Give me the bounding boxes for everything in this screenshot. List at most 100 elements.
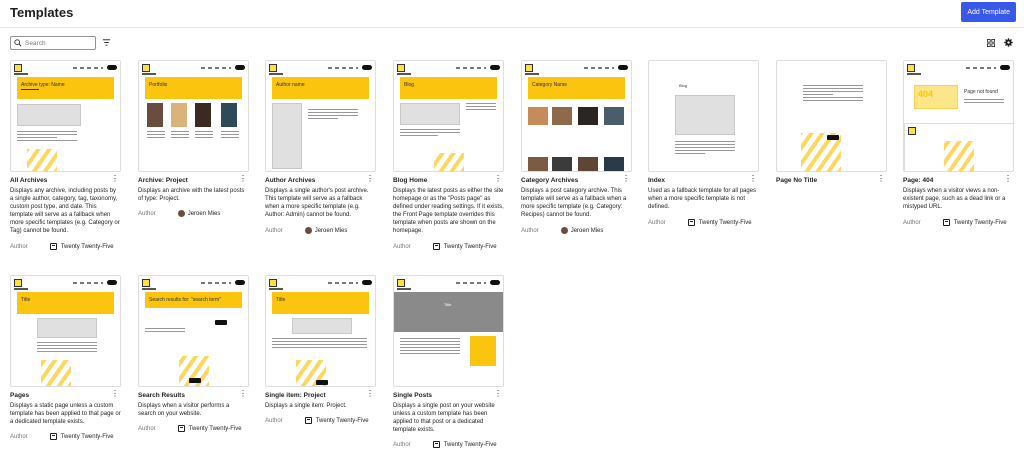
template-author: Author Twenty Twenty-Five — [10, 243, 114, 250]
template-title[interactable]: Search Results — [138, 392, 185, 399]
layout-icon — [687, 219, 695, 226]
template-author: Author Twenty Twenty-Five — [10, 433, 114, 440]
template-title[interactable]: Page No Title — [776, 177, 817, 184]
template-card[interactable]: Blog Index ⋮ Used as a fallback template… — [648, 60, 759, 226]
more-vertical-icon[interactable]: ⋮ — [494, 390, 502, 398]
more-vertical-icon[interactable]: ⋮ — [366, 175, 374, 183]
avatar — [177, 210, 185, 217]
layout-icon — [49, 243, 57, 250]
template-author: Author Jeroen Mies — [521, 227, 604, 234]
preview-heading: Title — [276, 297, 286, 303]
template-preview[interactable]: Portfolio — [138, 60, 249, 172]
avatar — [304, 227, 312, 234]
template-title[interactable]: All Archives — [10, 177, 47, 184]
template-author: Author Twenty Twenty-Five — [393, 243, 497, 250]
template-description: Displays the latest posts as either the … — [393, 188, 504, 234]
search-field[interactable] — [10, 36, 96, 50]
top-bar: Templates Add Template — [0, 0, 1024, 28]
grid-view-icon[interactable] — [987, 39, 995, 47]
layout-icon — [49, 433, 57, 440]
more-vertical-icon[interactable]: ⋮ — [494, 175, 502, 183]
template-card[interactable]: Category Name Category Archives ⋮ Displa… — [521, 60, 632, 234]
preview-heading: Page not found — [964, 89, 998, 95]
template-card[interactable]: Blog Blog Home ⋮ Displays the latest pos… — [393, 60, 504, 250]
template-title[interactable]: Index — [648, 177, 665, 184]
template-author: Author Twenty Twenty-Five — [393, 441, 497, 448]
template-preview[interactable]: Title — [393, 275, 504, 387]
template-title[interactable]: Category Archives — [521, 177, 578, 184]
template-title[interactable]: Author Archives — [265, 177, 315, 184]
template-description: Displays an archive with the latest post… — [138, 188, 245, 202]
more-vertical-icon[interactable]: ⋮ — [366, 390, 374, 398]
template-title[interactable]: Page: 404 — [903, 177, 933, 184]
preview-heading: Portfolio — [149, 82, 168, 88]
template-card[interactable]: Title Pages ⋮ Displays a static page unl… — [10, 275, 121, 440]
template-description: Displays when a visitor views a non-exis… — [903, 188, 1006, 210]
filter-icon[interactable] — [102, 38, 111, 47]
template-preview[interactable]: Author name — [265, 60, 376, 172]
preview-heading: Blog — [404, 82, 415, 88]
template-preview[interactable]: Archive type: Name — [10, 60, 121, 172]
layout-icon — [942, 219, 950, 226]
template-card[interactable]: Page No Title ⋮ — [776, 60, 887, 184]
template-title[interactable]: Blog Home — [393, 177, 427, 184]
template-description: Displays a static page unless a custom t… — [10, 403, 121, 425]
template-preview[interactable]: Category Name — [521, 60, 632, 172]
more-vertical-icon[interactable]: ⋮ — [239, 390, 247, 398]
gear-icon[interactable] — [1004, 38, 1013, 47]
template-author: Author Twenty Twenty-Five — [903, 219, 1007, 226]
template-description: Displays when a visitor performs a searc… — [138, 403, 230, 417]
avatar — [560, 227, 568, 234]
template-description: Used as a fallback template for all page… — [648, 188, 757, 210]
template-card[interactable]: Search results for: "search term" Search… — [138, 275, 249, 432]
template-author: Author Twenty Twenty-Five — [265, 417, 369, 424]
template-card[interactable]: Title Single Posts ⋮ Displays a single p… — [393, 275, 504, 448]
preview-heading: Title — [444, 302, 452, 307]
template-preview[interactable]: Blog — [648, 60, 759, 172]
template-title[interactable]: Single Posts — [393, 392, 432, 399]
template-preview[interactable]: Search results for: "search term" — [138, 275, 249, 387]
template-description: Displays any archive, including posts by… — [10, 188, 120, 234]
template-title[interactable]: Archive: Project — [138, 177, 188, 184]
template-author: Author Jeroen Mies — [265, 227, 348, 234]
template-description: Displays a single post on your website u… — [393, 403, 495, 433]
more-vertical-icon[interactable]: ⋮ — [111, 390, 119, 398]
template-preview[interactable]: 404 Page not found — [903, 60, 1014, 172]
template-description: Displays a single author's post archive.… — [265, 188, 369, 218]
layout-icon — [432, 243, 440, 250]
template-author: Author Twenty Twenty-Five — [648, 219, 752, 226]
template-preview[interactable] — [776, 60, 887, 172]
template-card[interactable]: Title Single item: Project ⋮ Displays a … — [265, 275, 376, 424]
template-title[interactable]: Single item: Project — [265, 392, 326, 399]
more-vertical-icon[interactable]: ⋮ — [749, 175, 757, 183]
template-author: Author Jeroen Mies — [138, 210, 221, 217]
template-description: Displays a post category archive. This t… — [521, 188, 627, 218]
layout-icon — [432, 441, 440, 448]
search-icon — [14, 39, 22, 47]
add-template-button[interactable]: Add Template — [961, 2, 1016, 22]
more-vertical-icon[interactable]: ⋮ — [622, 175, 630, 183]
template-preview[interactable]: Title — [265, 275, 376, 387]
template-card[interactable]: Archive type: Name All Archives ⋮ Displa… — [10, 60, 121, 250]
template-description: Displays a single item: Project. — [265, 403, 347, 409]
preview-heading: Author name — [276, 82, 305, 88]
preview-heading: Archive type: Name — [21, 82, 65, 88]
preview-heading: Category Name — [532, 82, 568, 88]
search-input[interactable] — [25, 39, 95, 47]
preview-heading: Title — [21, 297, 31, 303]
template-card[interactable]: 404 Page not found Page: 404 ⋮ Displays … — [903, 60, 1014, 226]
page-title: Templates — [10, 5, 74, 20]
more-vertical-icon[interactable]: ⋮ — [877, 175, 885, 183]
more-vertical-icon[interactable]: ⋮ — [111, 175, 119, 183]
preview-heading: Blog — [679, 83, 688, 88]
template-title[interactable]: Pages — [10, 392, 29, 399]
template-card[interactable]: Portfolio Archive: Project ⋮ Displays an… — [138, 60, 249, 217]
template-author: Author Twenty Twenty-Five — [138, 425, 242, 432]
preview-heading: Search results for: "search term" — [149, 297, 221, 303]
template-card[interactable]: Author name Author Archives ⋮ Displays a… — [265, 60, 376, 234]
template-preview[interactable]: Title — [10, 275, 121, 387]
more-vertical-icon[interactable]: ⋮ — [239, 175, 247, 183]
more-vertical-icon[interactable]: ⋮ — [1004, 175, 1012, 183]
layout-icon — [177, 425, 185, 432]
template-preview[interactable]: Blog — [393, 60, 504, 172]
